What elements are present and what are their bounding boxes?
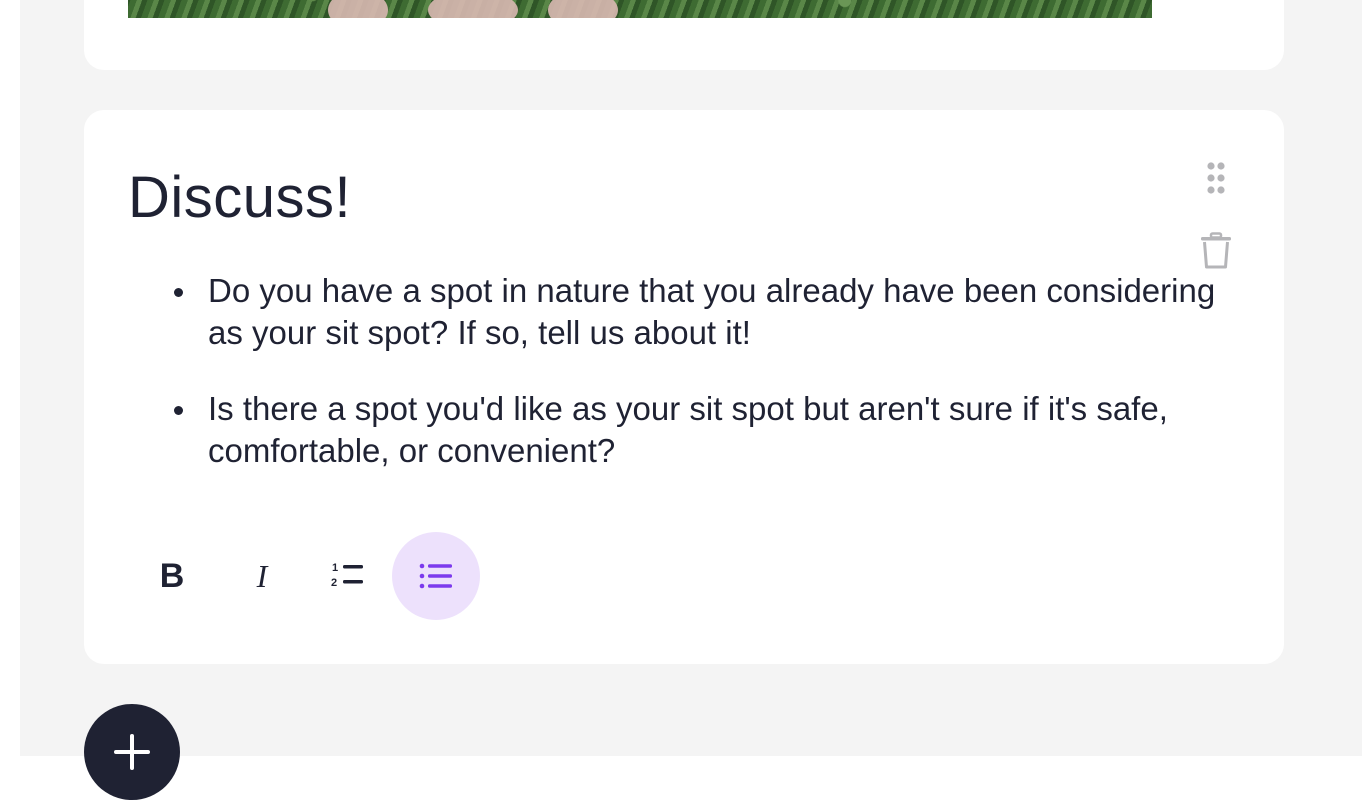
svg-text:2: 2 xyxy=(331,577,337,589)
discussion-block-card: Discuss! Do you have a spot in nature th… xyxy=(84,110,1284,664)
ordered-list-button[interactable]: 1 2 xyxy=(304,532,392,620)
italic-icon: I xyxy=(256,557,268,594)
add-block-button[interactable] xyxy=(84,704,180,800)
bold-button[interactable]: B xyxy=(128,532,216,620)
bullet-list-icon xyxy=(419,563,452,589)
list-item[interactable]: Do you have a spot in nature that you al… xyxy=(174,270,1218,354)
bullet-list-button[interactable] xyxy=(392,532,480,620)
svg-text:1: 1 xyxy=(332,562,338,574)
bold-icon: B xyxy=(159,556,185,595)
italic-button[interactable]: I xyxy=(218,532,306,620)
nature-photo xyxy=(128,0,1152,18)
ordered-list-icon: 1 2 xyxy=(331,562,363,589)
drag-handle-icon[interactable] xyxy=(1206,162,1226,194)
block-title[interactable]: Discuss! xyxy=(128,164,351,231)
image-block-card xyxy=(84,0,1284,70)
bullet-list[interactable]: Do you have a spot in nature that you al… xyxy=(128,270,1218,506)
list-item[interactable]: Is there a spot you'd like as your sit s… xyxy=(174,388,1218,472)
plus-icon xyxy=(114,734,150,770)
trash-icon[interactable] xyxy=(1200,232,1232,270)
